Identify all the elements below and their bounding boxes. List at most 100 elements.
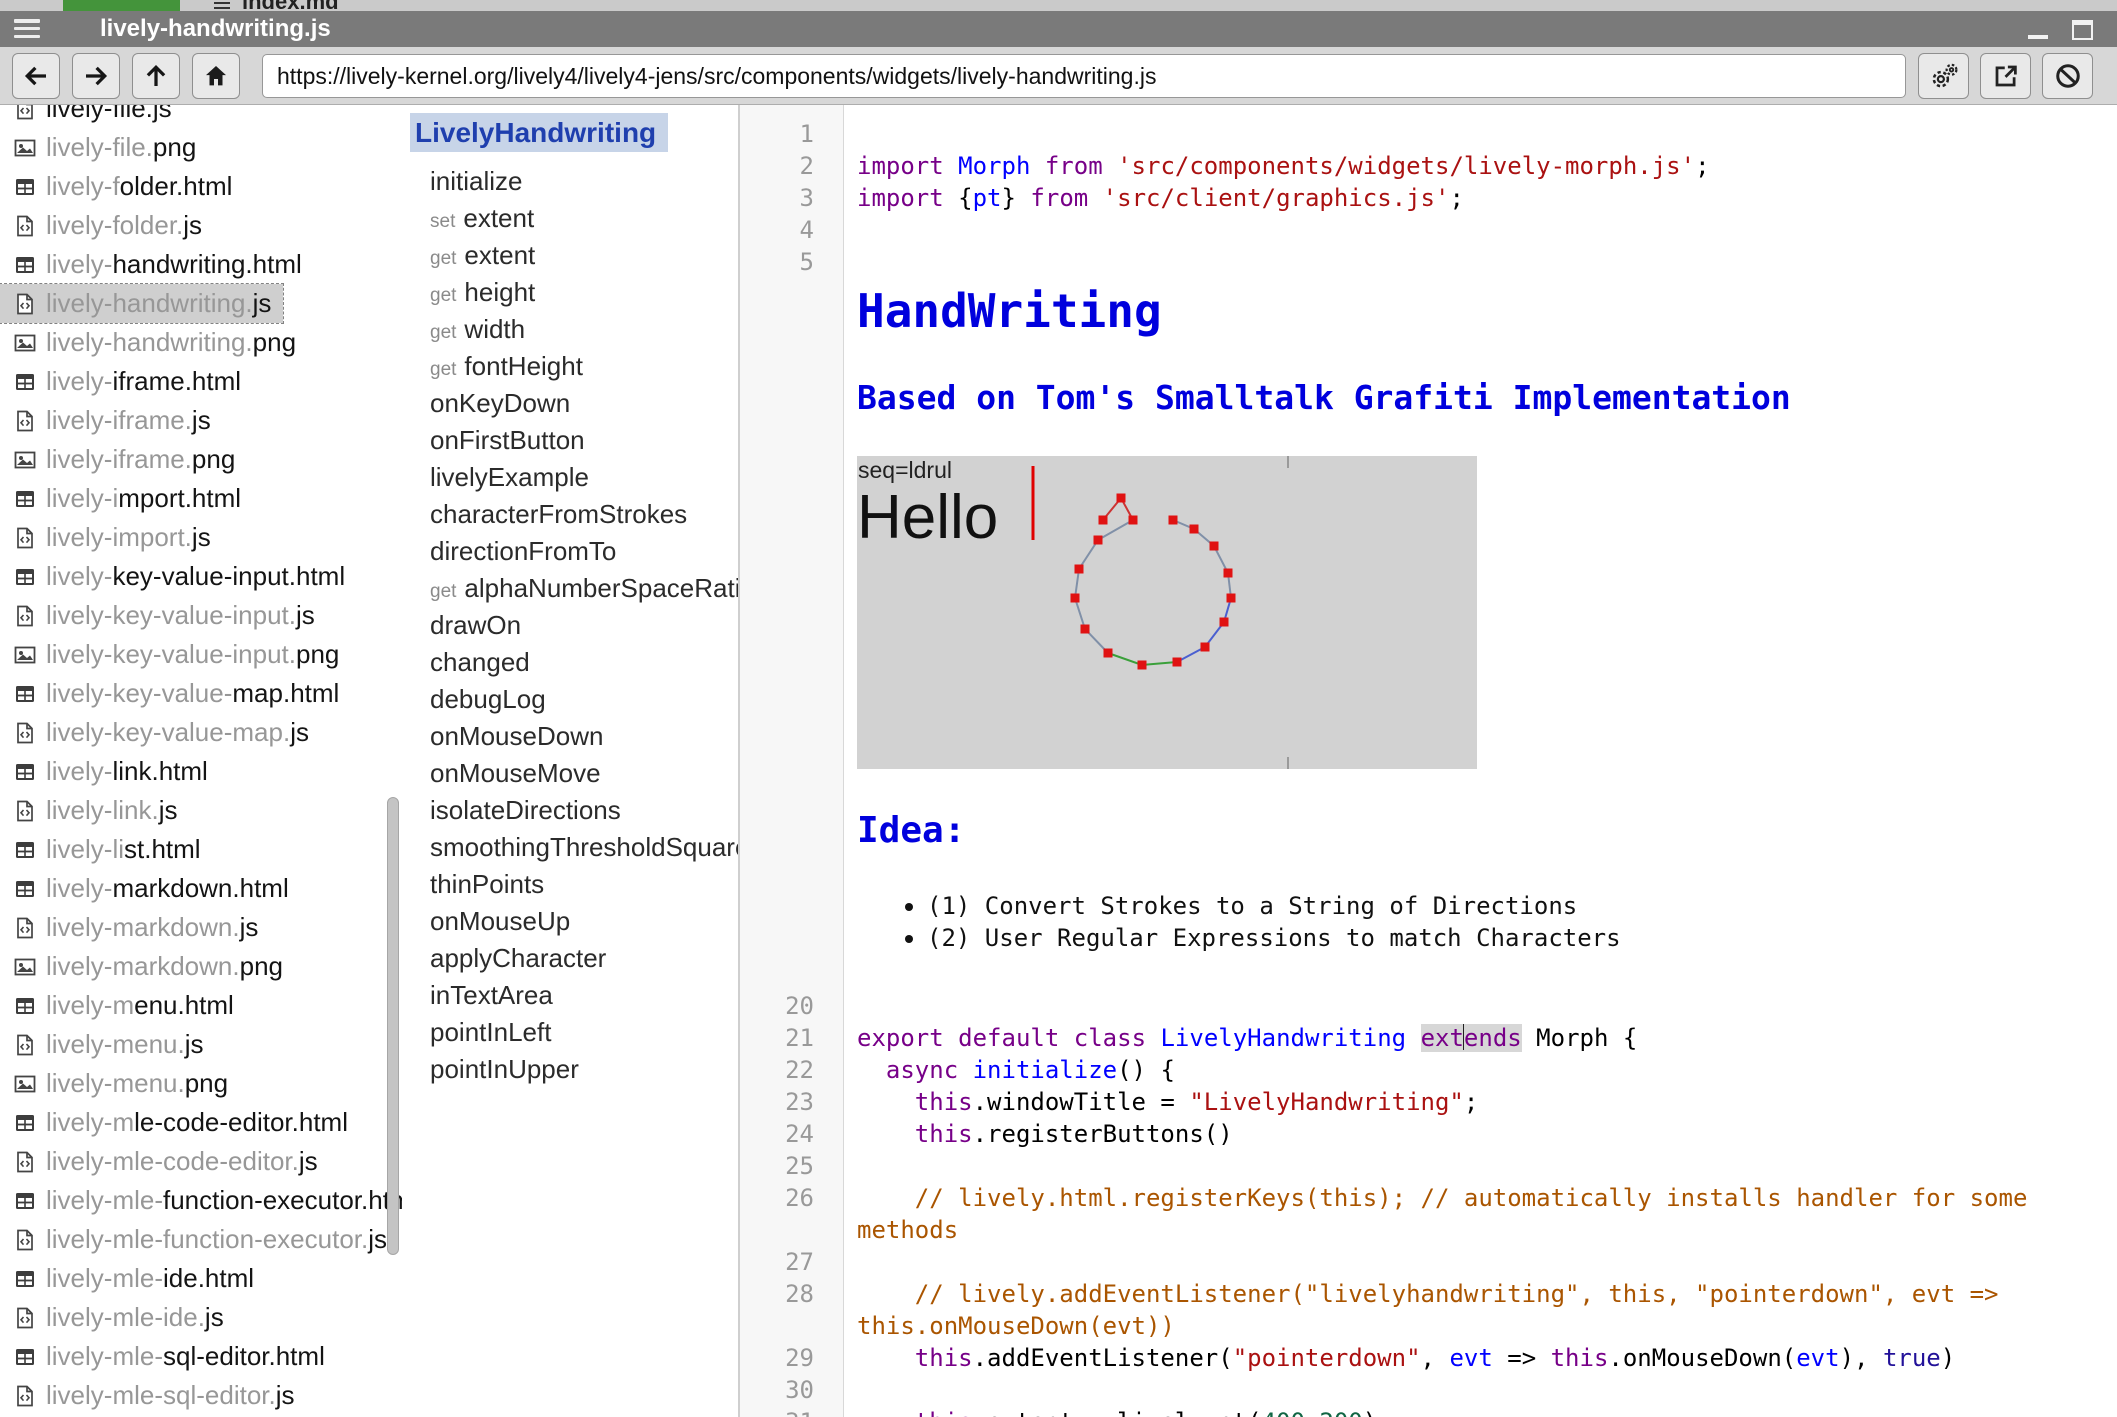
url-input[interactable] xyxy=(262,54,1906,98)
up-button[interactable] xyxy=(132,53,180,99)
code-line[interactable]: 26 // lively.html.registerKeys(this); //… xyxy=(740,1182,2117,1246)
file-row[interactable]: lively-folder.js xyxy=(0,206,402,245)
window-menu-hamburger-icon[interactable] xyxy=(14,19,40,39)
code-line[interactable]: 4 xyxy=(740,214,2117,246)
file-row[interactable]: lively-folder.html xyxy=(0,167,402,206)
file-row[interactable]: lively-handwriting.html xyxy=(0,245,402,284)
outline-item[interactable]: onMouseMove xyxy=(402,755,738,792)
file-row[interactable]: lively-key-value-input.png xyxy=(0,635,402,674)
outline-item[interactable]: onKeyDown xyxy=(402,385,738,422)
outline-item[interactable]: characterFromStrokes xyxy=(402,496,738,533)
back-button[interactable] xyxy=(12,53,60,99)
outline-class-header[interactable]: LivelyHandwriting xyxy=(410,117,738,159)
outline-item[interactable]: pointInLeft xyxy=(402,1014,738,1051)
outline-item[interactable]: debugLog xyxy=(402,681,738,718)
file-list-scrollbar[interactable] xyxy=(387,797,399,1255)
file-row[interactable]: lively-iframe.html xyxy=(0,362,402,401)
outline-item[interactable]: thinPoints xyxy=(402,866,738,903)
file-row[interactable]: lively-mle-sql-editor.js xyxy=(0,1376,402,1415)
file-row[interactable]: lively-link.js xyxy=(0,791,402,830)
outline-item[interactable]: onFirstButton xyxy=(402,422,738,459)
code-line[interactable]: 5 xyxy=(740,246,2117,278)
file-row[interactable]: lively-mle-code-editor.html xyxy=(0,1103,402,1142)
outline-item[interactable]: inTextArea xyxy=(402,977,738,1014)
outline-item[interactable]: getwidth xyxy=(402,311,738,348)
code-line-text xyxy=(844,1374,2107,1406)
open-external-button[interactable] xyxy=(1980,53,2031,99)
code-line[interactable]: 25 xyxy=(740,1150,2117,1182)
file-row[interactable]: lively-key-value-map.html xyxy=(0,674,402,713)
outline-item[interactable]: initialize xyxy=(402,163,738,200)
code-line[interactable]: 29 this.addEventListener("pointerdown", … xyxy=(740,1342,2117,1374)
outline-item[interactable]: onMouseDown xyxy=(402,718,738,755)
method-name: drawOn xyxy=(430,610,521,640)
file-row[interactable]: lively-key-value-input.js xyxy=(0,596,402,635)
file-row[interactable]: lively-mle-ide.html xyxy=(0,1259,402,1298)
code-line[interactable]: 28 // lively.addEventListener("livelyhan… xyxy=(740,1278,2117,1342)
code-line[interactable]: 22 async initialize() { xyxy=(740,1054,2117,1086)
file-row[interactable]: lively-menu.js xyxy=(0,1025,402,1064)
file-row[interactable]: lively-file.png xyxy=(0,128,402,167)
code-editor[interactable]: 12import Morph from 'src/components/widg… xyxy=(740,105,2117,1417)
file-row[interactable]: lively-link.html xyxy=(0,752,402,791)
stop-button[interactable] xyxy=(2042,53,2093,99)
file-row[interactable]: lively-mle-ide.js xyxy=(0,1298,402,1337)
line-number: 27 xyxy=(740,1246,844,1278)
file-name: lively-mle-code-editor.html xyxy=(46,1107,348,1138)
code-line[interactable]: 1 xyxy=(740,118,2117,150)
file-row[interactable]: lively-handwriting.js xyxy=(0,284,283,323)
file-row[interactable]: lively-file.js xyxy=(0,105,402,128)
outline-item[interactable]: getheight xyxy=(402,274,738,311)
home-button[interactable] xyxy=(192,53,240,99)
js-file-icon xyxy=(12,525,38,551)
outline-item[interactable]: pointInUpper xyxy=(402,1051,738,1088)
maximize-icon[interactable] xyxy=(2072,20,2093,40)
file-row[interactable]: lively-markdown.html xyxy=(0,869,402,908)
file-row[interactable]: lively-import.html xyxy=(0,479,402,518)
code-line[interactable]: 2import Morph from 'src/components/widge… xyxy=(740,150,2117,182)
code-area[interactable]: 12import Morph from 'src/components/widg… xyxy=(740,105,2117,1417)
outline-item[interactable]: isolateDirections xyxy=(402,792,738,829)
file-row[interactable]: lively-list.html xyxy=(0,830,402,869)
outline-item[interactable]: changed xyxy=(402,644,738,681)
file-row[interactable]: lively-mle-function-executor.js xyxy=(0,1220,402,1259)
gears-icon xyxy=(1929,61,1959,91)
minimize-icon[interactable] xyxy=(2028,35,2048,39)
file-row[interactable]: lively-mle-code-editor.js xyxy=(0,1142,402,1181)
outline-item[interactable]: drawOn xyxy=(402,607,738,644)
outline-item[interactable]: getextent xyxy=(402,237,738,274)
code-line[interactable]: 3import {pt} from 'src/client/graphics.j… xyxy=(740,182,2117,214)
file-row[interactable]: lively-markdown.js xyxy=(0,908,402,947)
settings-button[interactable] xyxy=(1918,53,1969,99)
forward-button[interactable] xyxy=(72,53,120,99)
file-row[interactable]: lively-key-value-input.html xyxy=(0,557,402,596)
file-name: lively-handwriting.html xyxy=(46,249,302,280)
outline-item[interactable]: directionFromTo xyxy=(402,533,738,570)
code-line[interactable]: 20 xyxy=(740,990,2117,1022)
outline-item[interactable]: setextent xyxy=(402,200,738,237)
file-row[interactable]: lively-menu.png xyxy=(0,1064,402,1103)
code-line[interactable]: 31 this.extent = lively.pt(400,200) xyxy=(740,1406,2117,1417)
file-row[interactable]: lively-key-value-map.js xyxy=(0,713,402,752)
markdown-widget-row[interactable]: HandWriting Based on Tom's Smalltalk Gra… xyxy=(740,278,2117,990)
file-row[interactable]: lively-iframe.png xyxy=(0,440,402,479)
outline-item[interactable]: onMouseUp xyxy=(402,903,738,940)
method-name: pointInUpper xyxy=(430,1054,579,1084)
file-row[interactable]: lively-mle-sql-editor.html xyxy=(0,1337,402,1376)
file-row[interactable]: lively-handwriting.png xyxy=(0,323,402,362)
outline-item[interactable]: smoothingThresholdSquared xyxy=(402,829,738,866)
code-line[interactable]: 30 xyxy=(740,1374,2117,1406)
code-line[interactable]: 27 xyxy=(740,1246,2117,1278)
outline-item[interactable]: applyCharacter xyxy=(402,940,738,977)
code-line[interactable]: 21export default class LivelyHandwriting… xyxy=(740,1022,2117,1054)
code-line[interactable]: 23 this.windowTitle = "LivelyHandwriting… xyxy=(740,1086,2117,1118)
file-row[interactable]: lively-markdown.png xyxy=(0,947,402,986)
outline-item[interactable]: livelyExample xyxy=(402,459,738,496)
outline-item[interactable]: getfontHeight xyxy=(402,348,738,385)
file-row[interactable]: lively-iframe.js xyxy=(0,401,402,440)
outline-item[interactable]: getalphaNumberSpaceRatio xyxy=(402,570,738,607)
code-line[interactable]: 24 this.registerButtons() xyxy=(740,1118,2117,1150)
file-row[interactable]: lively-menu.html xyxy=(0,986,402,1025)
file-row[interactable]: lively-import.js xyxy=(0,518,402,557)
file-row[interactable]: lively-mle-function-executor.html xyxy=(0,1181,402,1220)
